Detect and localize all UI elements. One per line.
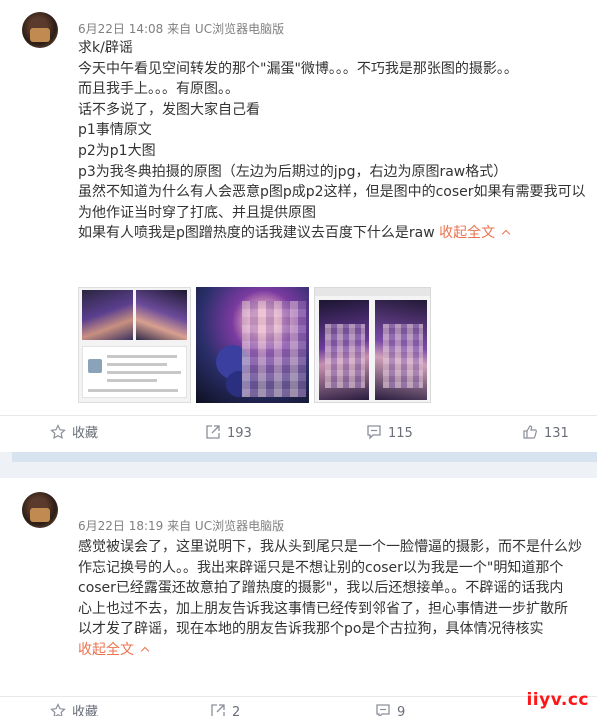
text-line: 感觉被误会了，这里说明下，我从头到尾只是一个一脸懵逼的摄影，而不是什么炒 (78, 539, 582, 555)
text-line: 如果有人喷我是p图蹭热度的话我建议去百度下什么是raw 收起全文 (78, 225, 511, 242)
repost-count: 2 (232, 705, 241, 716)
collapse-link[interactable]: 收起全文 (78, 640, 596, 661)
text-line: 以才发了辟谣，现在本地的朋友告诉我那个po是个古拉狗，具体情况待核实 (78, 621, 544, 638)
favorite-label: 收藏 (72, 426, 99, 441)
text-line: 今天中午看见空间转发的那个"漏蛋"微博。。。不巧我是那张图的摄影。。 (78, 60, 518, 77)
action-bar: 收藏 2 9 (0, 696, 597, 716)
post-images (78, 287, 438, 403)
repost-icon (211, 704, 225, 716)
comment-count: 115 (388, 426, 413, 441)
text-line: coser已经露蛋还故意拍了蹭热度的摄影"，我以后还想接单。。不辟谣的话我内 (78, 580, 564, 597)
comment-icon (367, 425, 381, 440)
comment-button[interactable]: 9 (375, 695, 405, 716)
text-line: p3为我冬典拍摄的原图（左边为后期过的jpg，右边为原图raw格式） (78, 163, 508, 180)
repost-button[interactable]: 2 (210, 695, 240, 716)
watermark: iiyv.cc (526, 690, 589, 710)
image-thumbnail-1[interactable] (78, 287, 191, 403)
last-line-text: 如果有人喷我是p图蹭热度的话我建议去百度下什么是raw (78, 225, 435, 242)
star-icon (50, 703, 66, 716)
favorite-button[interactable]: 收藏 (50, 416, 98, 452)
text-line: p2为p1大图 (78, 142, 156, 159)
favorite-label: 收藏 (72, 705, 99, 716)
avatar[interactable] (22, 492, 58, 528)
repost-button[interactable]: 193 (205, 416, 252, 452)
text-line: 而且我手上。。。有原图。。 (78, 81, 239, 98)
repost-icon (206, 425, 220, 439)
collapse-label: 收起全文 (78, 641, 134, 658)
collapse-label: 收起全文 (439, 225, 496, 242)
image-thumbnail-3[interactable] (314, 287, 431, 403)
image-thumbnail-2[interactable] (196, 287, 309, 403)
text-line: 求k/辟谣 (78, 40, 133, 56)
weibo-post-1: 6月22日 14:08 来自 UC浏览器电脑版 求k/辟谣 今天中午看见空间转发… (0, 0, 597, 452)
post-separator (0, 452, 597, 478)
favorite-button[interactable]: 收藏 (50, 695, 98, 716)
text-line: p1事情原文 (78, 122, 152, 139)
text-line: 心上也过不去，加上朋友告诉我这事情已经传到邻省了，担心事情进一步扩散所 (78, 600, 568, 617)
like-count: 131 (544, 426, 569, 441)
weibo-post-2: 6月22日 18:19 来自 UC浏览器电脑版 感觉被误会了，这里说明下，我从头… (0, 478, 597, 716)
star-icon (50, 424, 66, 440)
comment-icon (376, 704, 390, 716)
chevron-up-icon (501, 230, 511, 239)
like-icon (523, 425, 537, 439)
post-text: 感觉被误会了，这里说明下，我从头到尾只是一个一脸懵逼的摄影，而不是什么炒 作忘记… (78, 537, 596, 661)
chevron-up-icon (140, 646, 150, 656)
like-button[interactable]: 131 (522, 416, 569, 452)
post-meta: 6月22日 18:19 来自 UC浏览器电脑版 (78, 519, 285, 533)
collapse-link[interactable]: 收起全文 (439, 225, 511, 242)
text-line: 作忘记换号的人。。我出来辟谣只是不想让别的coser以为我是一个"明知道那个 (78, 559, 564, 576)
action-bar: 收藏 193 115 131 (0, 415, 597, 451)
text-line: 虽然不知道为什么有人会恶意p图p成p2这样，但是图中的coser如果有需要我可以 (78, 184, 586, 201)
text-line: 为他作证当时穿了打底、并且提供原图 (78, 204, 316, 221)
post-meta: 6月22日 14:08 来自 UC浏览器电脑版 (78, 22, 285, 36)
avatar[interactable] (22, 12, 58, 48)
repost-count: 193 (227, 426, 252, 441)
text-line: 话不多说了，发图大家自己看 (78, 101, 260, 118)
comment-count: 9 (397, 705, 406, 716)
post-text: 求k/辟谣 今天中午看见空间转发的那个"漏蛋"微博。。。不巧我是那张图的摄影。。… (78, 38, 593, 244)
comment-button[interactable]: 115 (366, 416, 413, 452)
